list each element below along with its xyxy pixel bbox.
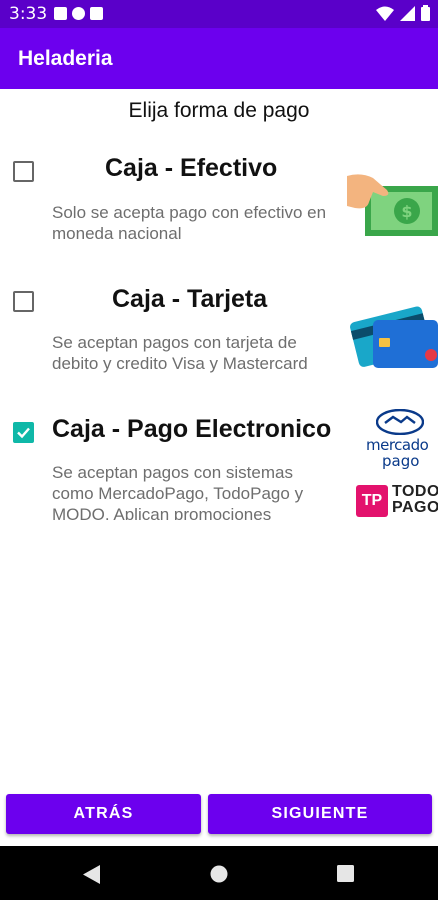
svg-text:$: $ <box>401 202 412 221</box>
back-button[interactable]: ATRÁS <box>6 794 201 834</box>
check-icon <box>17 427 30 439</box>
navigation-bar <box>0 846 438 900</box>
app-bar: Heladeria <box>0 28 438 89</box>
checkbox-efectivo[interactable] <box>13 161 34 182</box>
next-button[interactable]: SIGUIENTE <box>208 794 432 834</box>
option-title-efectivo: Caja - Efectivo <box>105 154 278 182</box>
cash-icon: $ <box>347 174 438 236</box>
page-heading: Elija forma de pago <box>128 99 310 122</box>
app-title: Heladeria <box>18 47 113 70</box>
option-desc-tarjeta: Se aceptan pagos con tarjeta de debito y… <box>52 333 308 373</box>
handshake-icon <box>376 409 424 435</box>
signal-icon <box>400 5 415 21</box>
media-notification-icon <box>72 7 85 20</box>
app-notification-icon <box>54 7 67 20</box>
pago-text: pago <box>382 452 420 470</box>
option-desc-efectivo: Solo se acepta pago con efectivo en mone… <box>52 203 327 243</box>
checkbox-tarjeta[interactable] <box>13 291 34 312</box>
sd-card-icon <box>90 7 103 20</box>
option-desc-pago-electronico: Se aceptan pagos con sistemas como Merca… <box>52 463 304 520</box>
todopago-logo: TP TODO PAGO <box>356 484 438 518</box>
credit-card-icon <box>350 306 438 368</box>
nav-home-icon[interactable] <box>210 865 228 883</box>
pago-text-todo: PAGO <box>392 499 438 516</box>
mercadopago-logo: mercado pago <box>362 409 438 471</box>
todopago-mark: TP <box>356 485 388 517</box>
status-bar: 3:33 <box>0 0 438 28</box>
nav-back-icon[interactable] <box>83 865 100 884</box>
checkbox-pago-electronico[interactable] <box>13 422 34 443</box>
battery-icon <box>421 5 430 21</box>
system-icons <box>376 5 430 21</box>
todo-text: TODO <box>392 484 438 500</box>
nav-recents-icon[interactable] <box>337 865 354 882</box>
notification-icons <box>54 7 103 20</box>
option-title-pago-electronico: Caja - Pago Electronico <box>52 415 332 443</box>
status-time: 3:33 <box>9 4 48 24</box>
wifi-icon <box>376 6 394 21</box>
option-title-tarjeta: Caja - Tarjeta <box>112 285 268 313</box>
